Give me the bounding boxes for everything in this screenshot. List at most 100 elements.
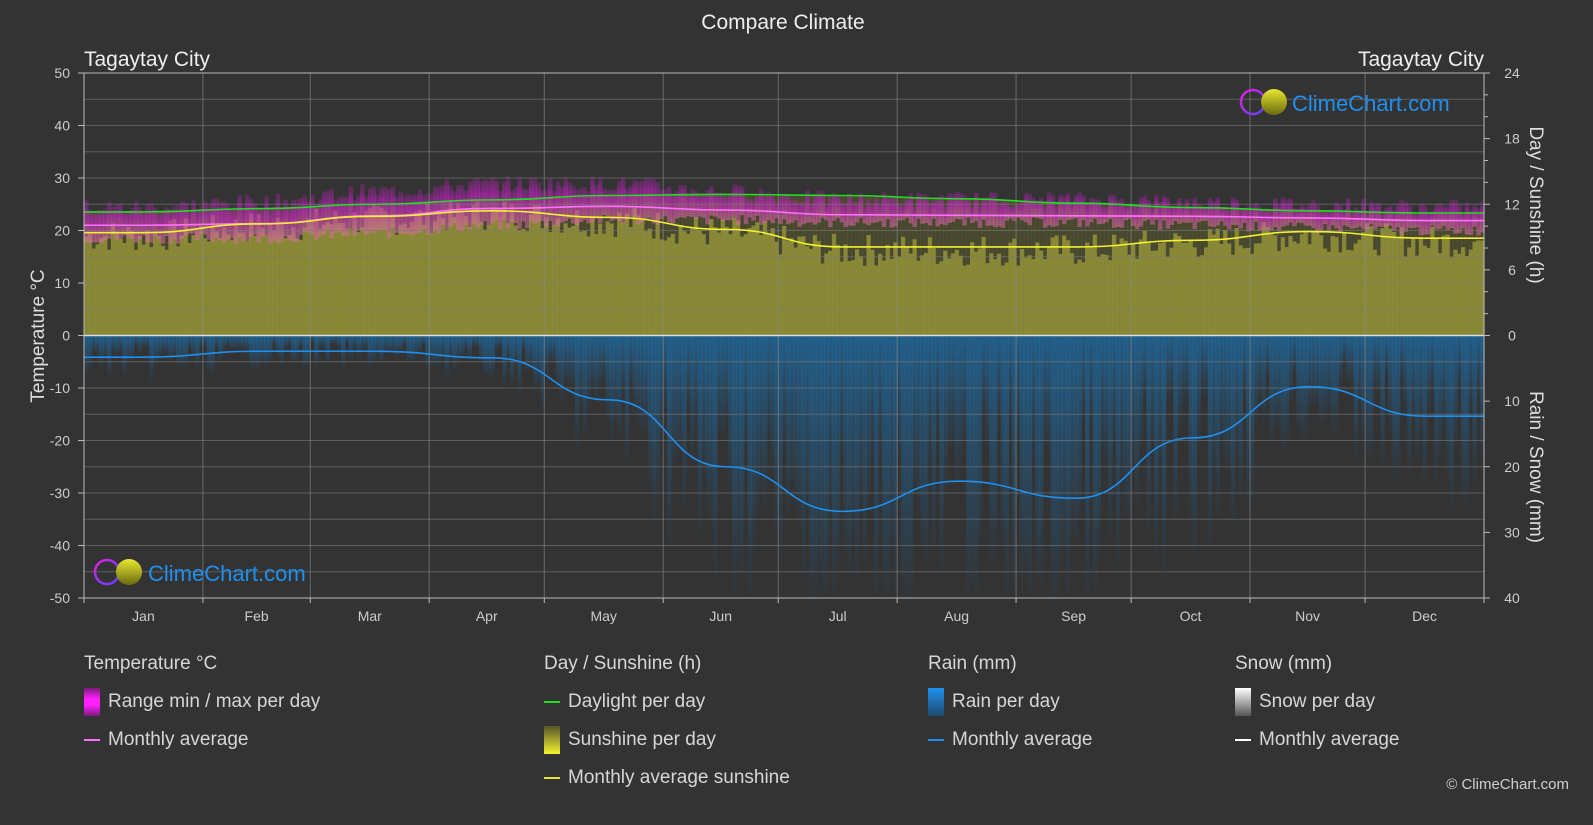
sunshine-bar <box>505 223 511 336</box>
temp-range-bar <box>294 199 300 243</box>
rain-bar <box>782 335 787 446</box>
sunshine-bar <box>1445 234 1451 336</box>
sunshine-bar <box>601 233 607 336</box>
left-tick-label: -10 <box>50 380 70 396</box>
temp-range-bar <box>433 185 438 232</box>
rain-bar <box>636 335 641 428</box>
temp-range-bar <box>222 200 227 243</box>
rain-bar <box>241 335 246 349</box>
sunshine-bar <box>310 219 315 336</box>
temp-range-bar <box>1219 207 1224 222</box>
sunshine-bar <box>628 227 634 336</box>
temp-range-bar <box>1441 205 1447 227</box>
temp-range-bar <box>900 205 906 221</box>
rain-bar <box>697 335 703 535</box>
sunshine-bar <box>1288 236 1293 336</box>
temp-range-bar <box>1261 208 1266 231</box>
temp-range-bar <box>356 194 361 231</box>
rain-bar <box>356 335 361 357</box>
rain-bar <box>1035 335 1040 578</box>
temp-range-bar <box>1042 206 1048 228</box>
rain-bar <box>202 335 208 347</box>
rain-bar <box>421 335 426 346</box>
sunshine-bar <box>762 221 768 336</box>
rain-bar <box>943 335 948 495</box>
rain-bar <box>103 335 108 359</box>
rain-bar <box>889 335 894 545</box>
rain-bar <box>153 335 158 366</box>
rain-bar <box>820 335 825 594</box>
sunshine-bar <box>302 227 308 336</box>
sunshine-bar <box>939 261 944 336</box>
rain-bar <box>1384 335 1389 378</box>
sunshine-bar <box>1131 244 1136 336</box>
rain-bar <box>237 335 242 349</box>
temp-range-bar <box>475 177 480 228</box>
rain-bar <box>1422 335 1428 484</box>
sunshine-bar <box>624 213 630 336</box>
sunshine-bar <box>801 236 806 336</box>
temp-range-bar <box>686 194 691 217</box>
left-tick-label: -40 <box>50 538 70 554</box>
sunshine-bar <box>985 263 990 336</box>
sunshine-bar <box>1073 263 1079 336</box>
rain-bar <box>544 335 549 377</box>
sunshine-bar <box>1215 228 1220 336</box>
temp-range-bar <box>793 199 799 221</box>
temp-range-bar <box>770 193 776 224</box>
temp-range-bar <box>321 191 327 235</box>
location-left: Tagaytay City <box>84 48 211 71</box>
sunshine-bar <box>479 221 484 336</box>
sunshine-bar <box>1453 249 1458 336</box>
temp-range-bar <box>567 183 572 219</box>
temp-range-bar <box>1472 205 1477 227</box>
legend-label: Monthly average <box>108 729 249 750</box>
sunshine-bar <box>390 217 396 336</box>
legend-rain: Rain (mm) Rain per day Monthly average <box>928 652 1092 766</box>
sunshine-bar <box>808 248 814 336</box>
temp-range-bar <box>1100 205 1105 224</box>
rain-bar <box>410 335 415 365</box>
sunshine-bar <box>1338 252 1343 336</box>
legend-item-daylight: Daylight per day <box>544 690 790 714</box>
rain-bar <box>1200 335 1205 395</box>
sunshine-bar <box>966 264 971 336</box>
temp-range-bar <box>881 192 887 227</box>
temp-range-bar <box>1230 197 1236 225</box>
sunshine-bar <box>149 247 154 336</box>
rain-bar <box>862 335 868 567</box>
month-label: Sep <box>1061 608 1086 624</box>
sunshine-bar <box>444 229 449 336</box>
temp-range-bar <box>1207 197 1213 227</box>
temp-range-bar <box>298 197 304 235</box>
rain-bar <box>996 335 1002 420</box>
sunshine-bar <box>1207 229 1213 336</box>
temp-range-swatch <box>84 688 100 716</box>
month-label: Mar <box>358 608 382 624</box>
temp-range-bar <box>390 186 396 228</box>
sunshine-bar <box>502 202 507 336</box>
rain-bar <box>252 335 258 370</box>
rain-bar <box>433 335 438 366</box>
legend-label: Monthly average <box>952 729 1093 750</box>
rain-bar <box>1437 335 1443 453</box>
rain-bar <box>1334 335 1339 431</box>
temp-range-bar <box>747 199 752 218</box>
location-right: Tagaytay City <box>1358 48 1485 71</box>
temp-range-bar <box>1123 206 1128 221</box>
temp-range-bar <box>651 178 657 224</box>
rain-bar <box>690 335 695 463</box>
temp-range-bar <box>1111 194 1117 228</box>
sunshine-bar <box>889 258 894 336</box>
sunshine-bar <box>1069 253 1075 336</box>
temp-range-bar <box>851 201 856 226</box>
sunshine-bar <box>1230 254 1236 336</box>
rain-bar <box>1016 335 1021 444</box>
rain-bar <box>1046 335 1052 452</box>
temp-range-bar <box>479 181 484 225</box>
sunshine-bar <box>1342 232 1347 336</box>
sunshine-bar <box>720 219 726 336</box>
temp-range-bar <box>690 189 695 217</box>
sunshine-bar <box>586 236 591 336</box>
month-label: Apr <box>476 608 498 624</box>
